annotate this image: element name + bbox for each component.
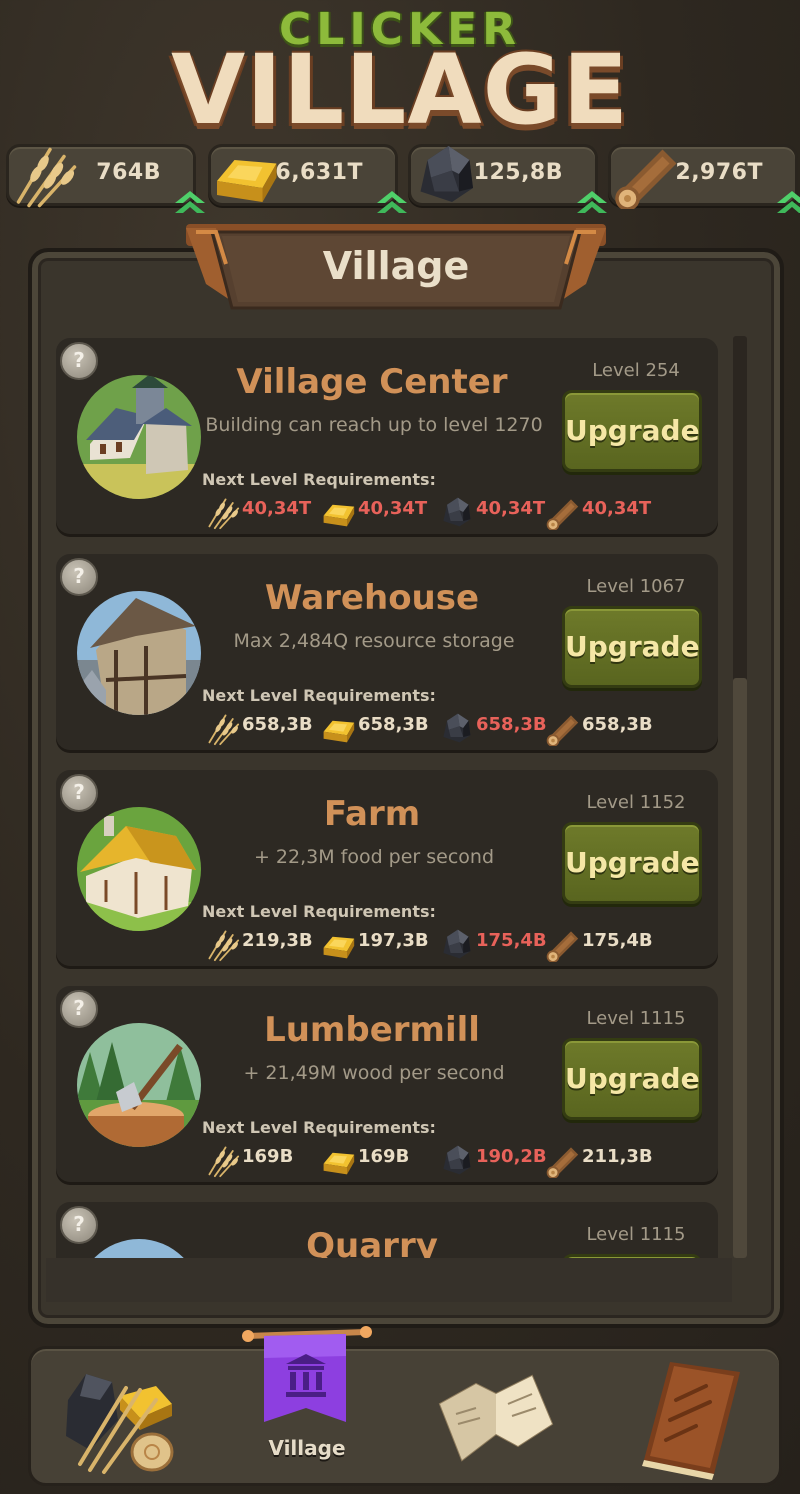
requirement-value: 658,3B	[242, 714, 313, 735]
requirement-value: 175,4B	[476, 930, 547, 951]
requirements-label: Next Level Requirements:	[202, 470, 436, 489]
resource-wheat[interactable]: 764B	[6, 144, 196, 206]
village-banner-icon[interactable]	[242, 1326, 372, 1436]
resource-coal-value: 125,8B	[473, 160, 563, 185]
requirement-value: 211,3B	[582, 1146, 653, 1167]
building-description: Max 2,484Q resource storage	[233, 630, 515, 652]
requirement-value: 40,34T	[242, 498, 312, 519]
requirements-label: Next Level Requirements:	[202, 1118, 436, 1137]
village-center-image	[77, 375, 201, 499]
requirement-value: 197,3B	[358, 930, 429, 951]
building-card-quarry: ? Quarry Level 1115 Upgrade	[56, 1202, 718, 1258]
gold-bar-icon	[320, 926, 356, 962]
nav-label-village[interactable]: Village	[252, 1436, 362, 1460]
building-card-farm: ? Farm + 22,3M food per second Level 115…	[56, 770, 718, 966]
quarry-image	[77, 1239, 201, 1258]
coal-icon	[438, 710, 474, 746]
requirements-label: Next Level Requirements:	[202, 686, 436, 705]
building-name: Village Center	[236, 362, 508, 402]
upgrade-arrow-icon[interactable]	[575, 189, 609, 217]
requirement-value: 658,3B	[358, 714, 429, 735]
gold-bar-icon	[207, 139, 283, 209]
upgrade-arrow-icon[interactable]	[173, 189, 207, 217]
building-name: Quarry	[306, 1226, 438, 1258]
upgrade-arrow-icon[interactable]	[775, 189, 800, 217]
gold-bar-icon	[320, 1142, 356, 1178]
building-card-lumbermill: ? Lumbermill + 21,49M wood per second Le…	[56, 986, 718, 1182]
panel-title: Village	[322, 244, 470, 288]
panel-footer	[46, 1258, 732, 1302]
coal-icon	[438, 926, 474, 962]
requirement-value: 658,3B	[582, 714, 653, 735]
game-title-village: VILLAGE	[170, 34, 630, 146]
building-name: Warehouse	[264, 578, 480, 618]
requirement-value: 169B	[358, 1146, 410, 1167]
upgrade-button[interactable]: Upgrade	[562, 390, 702, 472]
resource-coal[interactable]: 125,8B	[408, 144, 598, 206]
resource-wood[interactable]: 2,976T	[608, 144, 798, 206]
log-icon	[544, 926, 580, 962]
log-icon	[544, 1142, 580, 1178]
building-level: Level 254	[592, 360, 680, 381]
building-name: Farm	[323, 794, 421, 834]
upgrade-button[interactable]: Upgrade	[562, 1038, 702, 1120]
building-description: + 22,3M food per second	[253, 846, 495, 868]
requirement-value: 169B	[242, 1146, 294, 1167]
resource-wheat-value: 764B	[96, 160, 161, 185]
scrollbar-thumb[interactable]	[733, 678, 747, 1258]
building-description: Building can reach up to level 1270	[205, 414, 543, 436]
requirement-value: 40,34T	[476, 498, 546, 519]
gold-bar-icon	[320, 710, 356, 746]
resource-gold-value: 6,631T	[275, 160, 363, 185]
resource-wood-value: 2,976T	[675, 160, 763, 185]
building-list[interactable]: ? Village Center Building can reach up t…	[46, 336, 722, 1258]
coal-icon	[438, 494, 474, 530]
resource-gold[interactable]: 6,631T	[208, 144, 398, 206]
warehouse-image	[77, 591, 201, 715]
requirement-value: 190,2B	[476, 1146, 547, 1167]
building-card-warehouse: ? Warehouse Max 2,484Q resource storage …	[56, 554, 718, 750]
coal-icon	[438, 1142, 474, 1178]
resources-icon[interactable]	[60, 1360, 190, 1480]
building-level: Level 1152	[586, 792, 686, 813]
building-level: Level 1115	[586, 1224, 686, 1245]
building-name: Lumbermill	[264, 1010, 480, 1050]
wheat-icon	[204, 494, 240, 530]
requirement-value: 219,3B	[242, 930, 313, 951]
requirements-label: Next Level Requirements:	[202, 902, 436, 921]
log-icon	[607, 139, 683, 209]
building-card-village-center: ? Village Center Building can reach up t…	[56, 338, 718, 534]
gold-bar-icon	[320, 494, 356, 530]
log-icon	[544, 494, 580, 530]
upgrade-button[interactable]: Upgrade	[562, 606, 702, 688]
wheat-icon	[5, 139, 81, 209]
requirement-value: 40,34T	[582, 498, 652, 519]
book-icon[interactable]	[636, 1356, 746, 1480]
log-icon	[544, 710, 580, 746]
wheat-icon	[204, 710, 240, 746]
map-icon[interactable]	[436, 1364, 556, 1474]
upgrade-arrow-icon[interactable]	[375, 189, 409, 217]
farm-image	[77, 807, 201, 931]
building-level: Level 1115	[586, 1008, 686, 1029]
lumbermill-image	[77, 1023, 201, 1147]
building-level: Level 1067	[586, 576, 686, 597]
wheat-icon	[204, 926, 240, 962]
upgrade-button[interactable]: Upgrade	[562, 822, 702, 904]
requirement-value: 658,3B	[476, 714, 547, 735]
wheat-icon	[204, 1142, 240, 1178]
requirement-value: 175,4B	[582, 930, 653, 951]
building-description: + 21,49M wood per second	[243, 1062, 505, 1084]
requirement-value: 40,34T	[358, 498, 428, 519]
coal-icon	[407, 139, 483, 209]
